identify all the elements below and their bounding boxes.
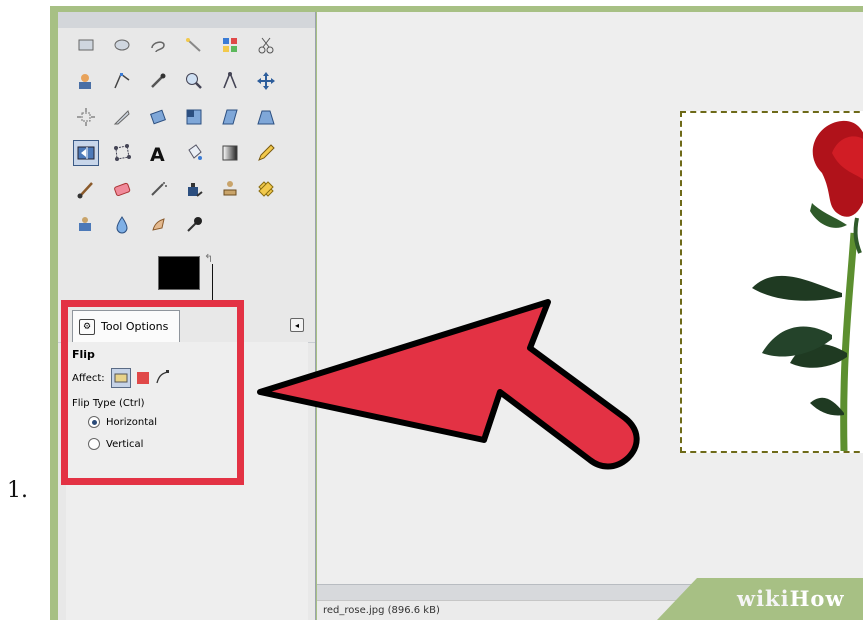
toolbox-header [58,12,315,28]
dodge-burn-icon [187,217,202,232]
image-canvas[interactable] [317,12,863,584]
cage-icon [114,144,131,161]
eraser-tool[interactable] [109,176,135,202]
screenshot-frame: A ↰ ⚙ Tool Options ◂ Flip Affect: Flip T… [50,6,863,620]
text-tool[interactable]: A [145,140,171,166]
status-filename: red_rose.jpg (896.6 kB) [323,605,440,616]
gradient-icon [222,145,238,161]
free-select-tool[interactable] [145,32,171,58]
clone-tool[interactable] [217,176,243,202]
align-icon [77,108,95,126]
perspective-clone-tool[interactable] [73,212,99,238]
knife-icon [113,110,130,125]
paths-tool[interactable] [109,68,135,94]
lasso-icon [151,41,165,53]
blur-tool[interactable] [109,212,135,238]
paths-icon [114,72,130,89]
ellipse-select-tool[interactable] [109,32,135,58]
airbrush-tool[interactable] [145,176,171,202]
scale-tool[interactable] [181,104,207,130]
fuzzy-select-tool[interactable] [181,32,207,58]
crop-tool[interactable] [109,104,135,130]
eyedropper-icon [151,73,166,88]
foreground-select-tool[interactable] [73,68,99,94]
rotate-tool[interactable] [145,104,171,130]
rotate-icon [150,109,166,125]
rect-select-tool[interactable] [73,32,99,58]
svg-text:A: A [150,144,165,164]
swap-colors-icon[interactable]: ↰ [204,252,213,265]
airbrush-icon [151,182,167,196]
toolbox-panel: A ↰ ⚙ Tool Options ◂ Flip Affect: Flip T… [58,12,316,620]
tool-options-highlight [61,300,244,485]
shear-tool[interactable] [217,104,243,130]
bucket-fill-tool[interactable] [181,140,207,166]
step-number: 1. [7,478,28,503]
rose-picture [752,120,863,451]
paintbrush-icon [77,182,93,199]
pencil-tool[interactable] [253,140,279,166]
bandage-icon [258,181,274,197]
bucket-icon [188,144,202,160]
tab-menu-icon[interactable]: ◂ [290,318,304,332]
move-tool[interactable] [253,68,279,94]
ellipse-select-icon [114,39,130,51]
measure-tool[interactable] [217,68,243,94]
perspective-tool[interactable] [253,104,279,130]
perspective-clone-icon [79,217,91,231]
flip-icon [77,146,95,160]
scissors-icon [258,37,274,54]
rose-image [680,111,863,453]
ink-bottle-icon [188,183,203,197]
background-color-swatch[interactable] [182,264,213,303]
watermark: wikiHow [657,578,863,620]
scale-icon [186,109,202,125]
ink-tool[interactable] [181,176,207,202]
color-picker-tool[interactable] [145,68,171,94]
shear-icon [222,109,238,125]
paintbrush-tool[interactable] [73,176,99,202]
watermark-wiki: wiki [737,586,790,611]
select-by-color-tool[interactable] [217,32,243,58]
blend-tool[interactable] [217,140,243,166]
eraser-icon [114,182,131,197]
zoom-tool[interactable] [181,68,207,94]
align-tool[interactable] [73,104,99,130]
magnifier-icon [186,73,202,89]
dodge-burn-tool[interactable] [181,212,207,238]
magic-wand-icon [186,38,201,52]
person-select-icon [79,74,91,89]
perspective-icon [257,110,275,125]
flip-tool[interactable] [73,140,99,166]
heal-tool[interactable] [253,176,279,202]
text-a-icon: A [150,144,165,164]
watermark-how: How [789,586,845,611]
pencil-icon [258,144,275,161]
stamp-icon [223,181,237,196]
move-arrows-icon [257,72,275,90]
scissors-select-tool[interactable] [253,32,279,58]
cage-transform-tool[interactable] [109,140,135,166]
rect-select-icon [78,39,94,51]
watermark-text: wikiHow [737,586,845,611]
compass-icon [223,72,237,89]
water-drop-icon [116,216,128,234]
smudge-icon [152,218,165,231]
smudge-tool[interactable] [145,212,171,238]
color-select-icon [223,38,237,52]
